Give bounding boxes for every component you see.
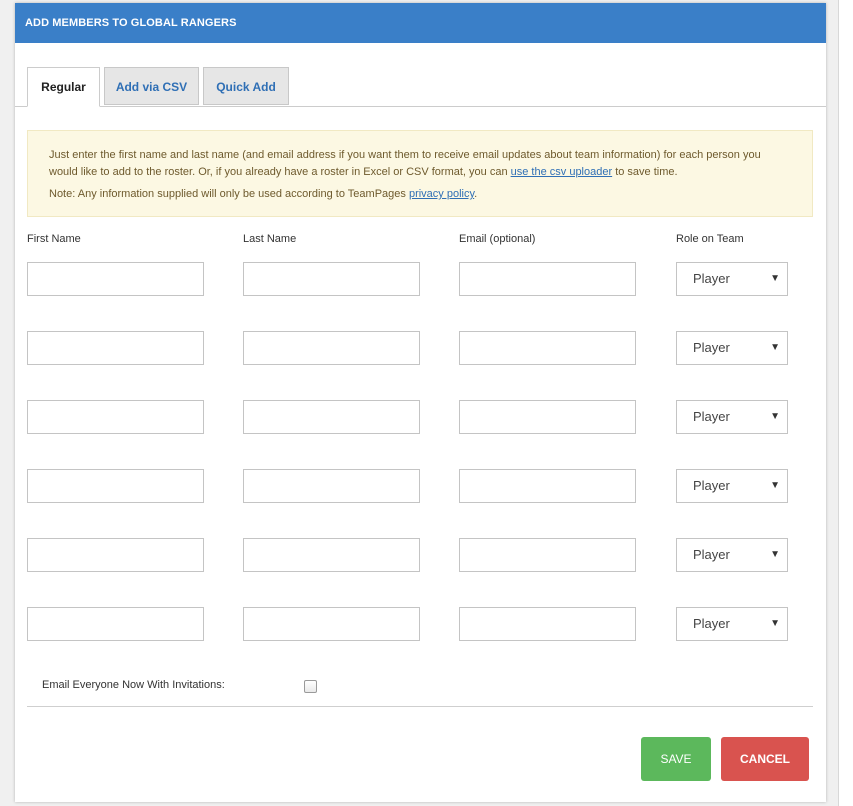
role-select[interactable]: Player ▼ xyxy=(676,331,788,365)
member-row: Player ▼ xyxy=(15,607,826,641)
tab-bar: Regular Add via CSV Quick Add xyxy=(15,67,826,107)
email-column-label: Email (optional) xyxy=(459,233,536,245)
caret-down-icon: ▼ xyxy=(770,549,780,560)
caret-down-icon: ▼ xyxy=(770,411,780,422)
privacy-policy-link[interactable]: privacy policy xyxy=(409,188,474,200)
last-name-input[interactable] xyxy=(243,331,420,365)
email-input[interactable] xyxy=(459,607,636,641)
first-name-input[interactable] xyxy=(27,469,204,503)
save-button[interactable]: SAVE xyxy=(641,737,711,781)
last-name-input[interactable] xyxy=(243,538,420,572)
email-input[interactable] xyxy=(459,538,636,572)
cancel-button[interactable]: CANCEL xyxy=(721,737,809,781)
role-select[interactable]: Player ▼ xyxy=(676,262,788,296)
first-name-input[interactable] xyxy=(27,262,204,296)
last-name-input[interactable] xyxy=(243,262,420,296)
last-name-input[interactable] xyxy=(243,469,420,503)
member-row: Player ▼ xyxy=(15,400,826,434)
member-row: Player ▼ xyxy=(15,331,826,365)
instructions-notice: Just enter the first name and last name … xyxy=(27,130,813,217)
email-input[interactable] xyxy=(459,400,636,434)
email-input[interactable] xyxy=(459,262,636,296)
email-invitations-checkbox[interactable] xyxy=(304,680,317,693)
tab-quick-add[interactable]: Quick Add xyxy=(203,67,289,105)
privacy-note: Note: Any information supplied will only… xyxy=(49,188,478,200)
caret-down-icon: ▼ xyxy=(770,273,780,284)
email-input[interactable] xyxy=(459,331,636,365)
tab-add-via-csv[interactable]: Add via CSV xyxy=(104,67,199,105)
page-scroll-edge xyxy=(838,0,853,806)
first-name-input[interactable] xyxy=(27,400,204,434)
last-name-input[interactable] xyxy=(243,400,420,434)
role-select[interactable]: Player ▼ xyxy=(676,469,788,503)
first-name-input[interactable] xyxy=(27,607,204,641)
member-row: Player ▼ xyxy=(15,262,826,296)
first-name-input[interactable] xyxy=(27,331,204,365)
instructions-text: Just enter the first name and last name … xyxy=(49,149,761,178)
email-invitations-label: Email Everyone Now With Invitations: xyxy=(42,679,225,691)
last-name-input[interactable] xyxy=(243,607,420,641)
caret-down-icon: ▼ xyxy=(770,342,780,353)
tab-regular[interactable]: Regular xyxy=(27,67,100,107)
role-select[interactable]: Player ▼ xyxy=(676,538,788,572)
first-name-column-label: First Name xyxy=(27,233,81,245)
add-members-dialog: ADD MEMBERS TO GLOBAL RANGERS Regular Ad… xyxy=(15,3,826,802)
dialog-title: ADD MEMBERS TO GLOBAL RANGERS xyxy=(15,3,826,43)
last-name-column-label: Last Name xyxy=(243,233,297,245)
email-input[interactable] xyxy=(459,469,636,503)
caret-down-icon: ▼ xyxy=(770,618,780,629)
first-name-input[interactable] xyxy=(27,538,204,572)
role-select[interactable]: Player ▼ xyxy=(676,607,788,641)
role-column-label: Role on Team xyxy=(676,233,744,245)
caret-down-icon: ▼ xyxy=(770,480,780,491)
member-row: Player ▼ xyxy=(15,538,826,572)
member-row: Player ▼ xyxy=(15,469,826,503)
csv-uploader-link[interactable]: use the csv uploader xyxy=(511,166,613,178)
role-select[interactable]: Player ▼ xyxy=(676,400,788,434)
footer-divider xyxy=(27,706,813,707)
